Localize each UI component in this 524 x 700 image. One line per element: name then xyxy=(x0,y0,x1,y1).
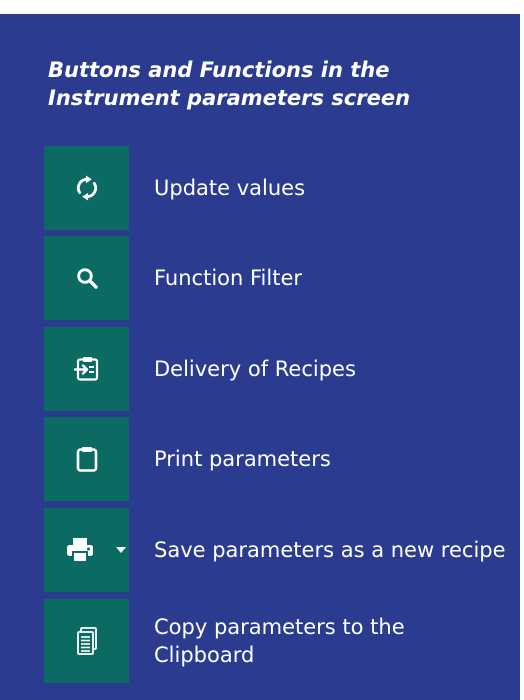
function-label: Save parameters as a new recipe xyxy=(154,538,506,562)
delivery-of-recipes-button[interactable] xyxy=(44,327,129,411)
legend-panel: Buttons and Functions in the Instrument … xyxy=(0,14,520,700)
function-row-copy-parameters: Copy parameters to the Clipboard xyxy=(44,599,514,683)
printer-icon xyxy=(66,538,93,563)
panel-title: Buttons and Functions in the Instrument … xyxy=(48,58,411,110)
clipboard-icon xyxy=(76,447,97,472)
function-filter-button[interactable] xyxy=(44,236,129,320)
function-row-update-values: Update values xyxy=(44,146,514,230)
chevron-down-icon xyxy=(116,547,126,553)
function-label: Delivery of Recipes xyxy=(154,357,356,381)
print-parameters-button[interactable] xyxy=(44,417,129,501)
function-label: Print parameters xyxy=(154,447,331,471)
copy-document-icon xyxy=(76,627,97,655)
copy-parameters-button[interactable] xyxy=(44,599,129,683)
function-row-function-filter: Function Filter xyxy=(44,236,514,320)
update-values-button[interactable] xyxy=(44,146,129,230)
save-parameters-button[interactable] xyxy=(44,508,129,592)
function-row-save-parameters: Save parameters as a new recipe xyxy=(44,508,514,592)
refresh-icon xyxy=(76,175,97,201)
function-label: Function Filter xyxy=(154,266,303,290)
function-label: Copy parameters to the Clipboard xyxy=(154,615,405,667)
search-icon xyxy=(76,268,98,289)
function-row-delivery-of-recipes: Delivery of Recipes xyxy=(44,327,514,411)
delivery-recipes-icon xyxy=(73,357,98,381)
function-label: Update values xyxy=(154,176,306,200)
function-row-print-parameters: Print parameters xyxy=(44,417,514,501)
